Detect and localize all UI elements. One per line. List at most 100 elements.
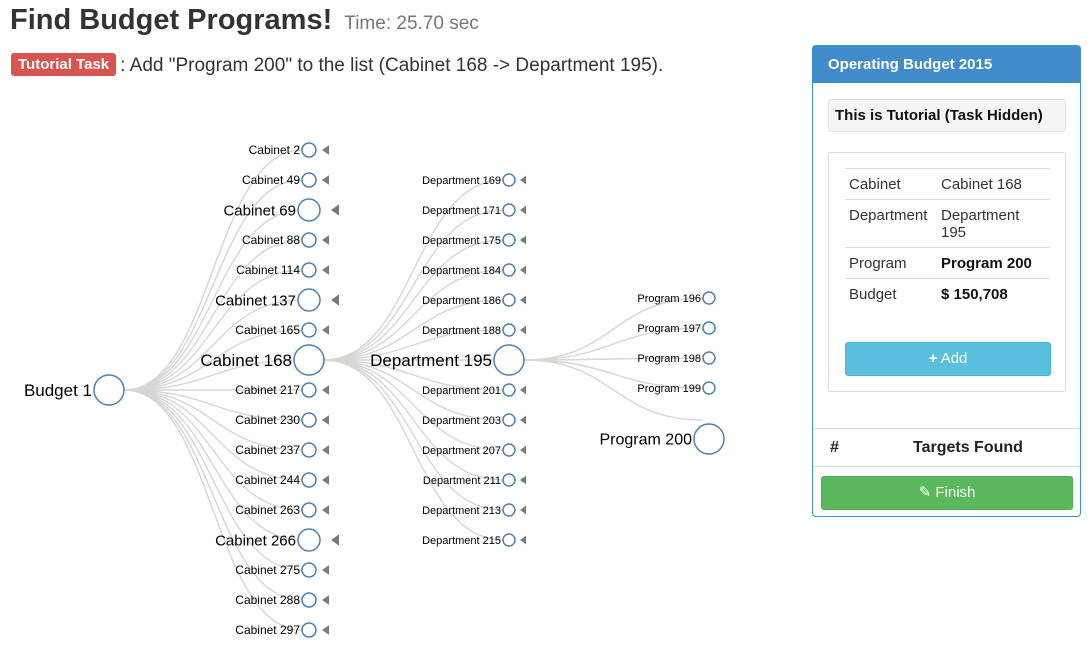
tree-node-department-169[interactable]: Department 169: [422, 173, 526, 187]
tree-node-cabinet-297[interactable]: Cabinet 297: [235, 622, 329, 638]
node-circle[interactable]: [502, 323, 516, 337]
tree-node-program-198[interactable]: Program 198: [637, 351, 716, 365]
tree-node-department-201[interactable]: Department 201: [422, 383, 526, 397]
collapse-arrow-icon[interactable]: [322, 235, 329, 245]
collapse-arrow-icon[interactable]: [520, 445, 526, 455]
node-circle[interactable]: [297, 528, 321, 552]
node-circle[interactable]: [702, 291, 716, 305]
collapse-arrow-icon[interactable]: [520, 265, 526, 275]
tree-node-department-213[interactable]: Department 213: [422, 503, 526, 517]
collapse-arrow-icon[interactable]: [322, 625, 329, 635]
node-circle[interactable]: [293, 344, 325, 376]
tree-node-cabinet-49[interactable]: Cabinet 49: [242, 172, 329, 188]
node-circle[interactable]: [301, 472, 317, 488]
tree-node-cabinet-168[interactable]: Cabinet 168: [200, 344, 325, 376]
node-circle[interactable]: [301, 172, 317, 188]
tree-node-department-186[interactable]: Department 186: [422, 293, 526, 307]
node-circle[interactable]: [502, 173, 516, 187]
node-circle[interactable]: [297, 198, 321, 222]
collapse-arrow-icon[interactable]: [322, 505, 329, 515]
collapse-arrow-icon[interactable]: [331, 204, 339, 216]
node-circle[interactable]: [301, 412, 317, 428]
node-circle[interactable]: [502, 263, 516, 277]
tree-node-cabinet-69[interactable]: Cabinet 69: [223, 198, 339, 222]
node-circle[interactable]: [93, 374, 125, 406]
node-circle[interactable]: [502, 473, 516, 487]
collapse-arrow-icon[interactable]: [322, 445, 329, 455]
collapse-arrow-icon[interactable]: [322, 385, 329, 395]
tree-node-department-215[interactable]: Department 215: [422, 533, 526, 547]
collapse-arrow-icon[interactable]: [520, 235, 526, 245]
node-circle[interactable]: [301, 562, 317, 578]
node-circle[interactable]: [702, 321, 716, 335]
tree-node-cabinet-2[interactable]: Cabinet 2: [249, 142, 329, 158]
collapse-arrow-icon[interactable]: [331, 294, 339, 306]
collapse-arrow-icon[interactable]: [322, 565, 329, 575]
tree-node-department-195[interactable]: Department 195: [370, 344, 525, 376]
collapse-arrow-icon[interactable]: [520, 325, 526, 335]
tree-node-department-203[interactable]: Department 203: [422, 413, 526, 427]
tree-node-cabinet-263[interactable]: Cabinet 263: [235, 502, 329, 518]
collapse-arrow-icon[interactable]: [520, 415, 526, 425]
collapse-arrow-icon[interactable]: [322, 595, 329, 605]
tree-node-cabinet-114[interactable]: Cabinet 114: [236, 262, 329, 278]
collapse-arrow-icon[interactable]: [322, 265, 329, 275]
node-circle[interactable]: [301, 382, 317, 398]
tree-node-program-197[interactable]: Program 197: [637, 321, 716, 335]
tree-node-program-200[interactable]: Program 200: [600, 423, 725, 455]
tree-node-cabinet-266[interactable]: Cabinet 266: [215, 528, 339, 552]
node-circle[interactable]: [502, 413, 516, 427]
collapse-arrow-icon[interactable]: [322, 145, 329, 155]
collapse-arrow-icon[interactable]: [322, 475, 329, 485]
tree-node-cabinet-288[interactable]: Cabinet 288: [235, 592, 329, 608]
tree-node-program-196[interactable]: Program 196: [637, 291, 716, 305]
node-circle[interactable]: [301, 592, 317, 608]
collapse-arrow-icon[interactable]: [331, 534, 339, 546]
node-circle[interactable]: [702, 381, 716, 395]
collapse-arrow-icon[interactable]: [322, 325, 329, 335]
collapse-arrow-icon[interactable]: [520, 385, 526, 395]
tree-node-department-211[interactable]: Department 211: [423, 473, 526, 487]
collapse-arrow-icon[interactable]: [520, 205, 526, 215]
tree-node-program-199[interactable]: Program 199: [637, 381, 716, 395]
node-circle[interactable]: [502, 503, 516, 517]
collapse-arrow-icon[interactable]: [322, 415, 329, 425]
collapse-arrow-icon[interactable]: [520, 295, 526, 305]
tree-node-budget-1[interactable]: Budget 1: [24, 374, 125, 406]
tree-node-department-188[interactable]: Department 188: [422, 323, 526, 337]
node-circle[interactable]: [301, 262, 317, 278]
node-circle[interactable]: [502, 203, 516, 217]
node-circle[interactable]: [301, 622, 317, 638]
collapse-arrow-icon[interactable]: [520, 535, 526, 545]
node-circle[interactable]: [301, 322, 317, 338]
tree-node-cabinet-237[interactable]: Cabinet 237: [235, 442, 329, 458]
node-circle[interactable]: [502, 533, 516, 547]
node-circle[interactable]: [301, 442, 317, 458]
collapse-arrow-icon[interactable]: [520, 175, 526, 185]
tree-node-cabinet-275[interactable]: Cabinet 275: [235, 562, 329, 578]
add-button[interactable]: + Add: [845, 342, 1051, 376]
tree-node-cabinet-88[interactable]: Cabinet 88: [242, 232, 329, 248]
finish-button[interactable]: ✎ Finish: [821, 476, 1073, 510]
node-circle[interactable]: [493, 344, 525, 376]
node-circle[interactable]: [301, 502, 317, 518]
node-circle[interactable]: [693, 423, 725, 455]
tree-node-department-175[interactable]: Department 175: [422, 233, 526, 247]
tree-node-department-207[interactable]: Department 207: [422, 443, 526, 457]
tree-node-department-171[interactable]: Department 171: [422, 203, 526, 217]
tree-node-cabinet-217[interactable]: Cabinet 217: [235, 382, 329, 398]
node-circle[interactable]: [301, 142, 317, 158]
collapse-arrow-icon[interactable]: [322, 175, 329, 185]
tree-node-cabinet-165[interactable]: Cabinet 165: [235, 322, 329, 338]
node-circle[interactable]: [502, 293, 516, 307]
node-circle[interactable]: [502, 233, 516, 247]
collapse-arrow-icon[interactable]: [520, 475, 526, 485]
tree-node-cabinet-244[interactable]: Cabinet 244: [235, 472, 329, 488]
node-circle[interactable]: [702, 351, 716, 365]
node-circle[interactable]: [502, 443, 516, 457]
collapse-arrow-icon[interactable]: [520, 505, 526, 515]
node-circle[interactable]: [502, 383, 516, 397]
node-circle[interactable]: [297, 288, 321, 312]
tree-node-cabinet-230[interactable]: Cabinet 230: [235, 412, 329, 428]
tree-node-cabinet-137[interactable]: Cabinet 137: [215, 288, 339, 312]
